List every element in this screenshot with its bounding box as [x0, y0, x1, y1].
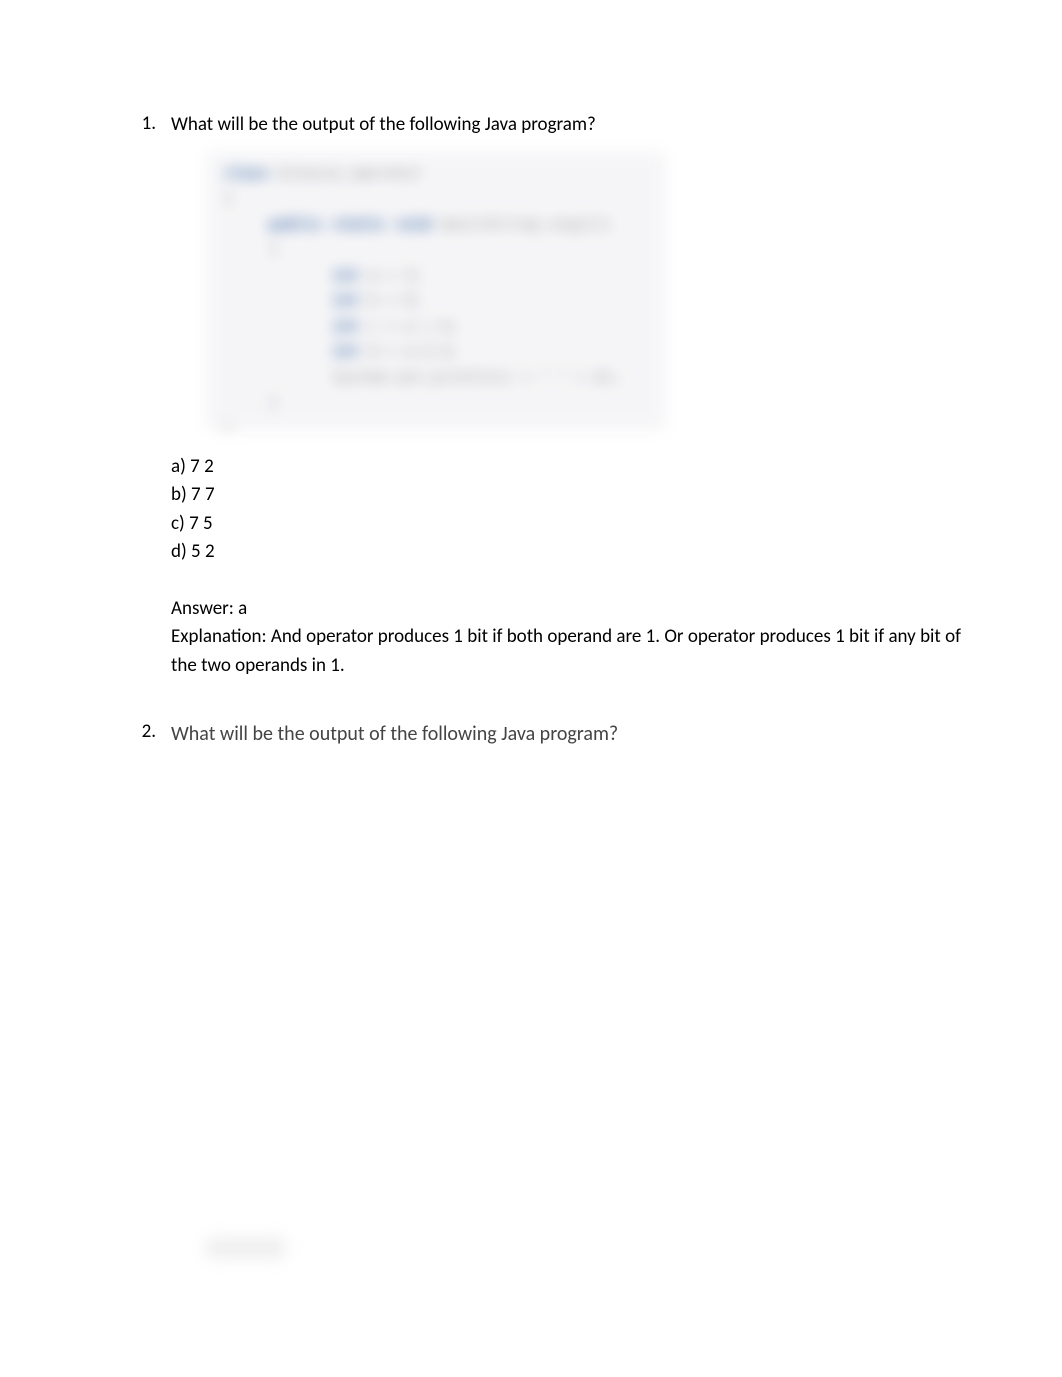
- question-prompt: What will be the output of the following…: [171, 720, 618, 748]
- option-b: b) 7 7: [171, 481, 962, 510]
- answer-block: Answer: a Explanation: And operator prod…: [171, 595, 962, 681]
- option-c: c) 7 5: [171, 510, 962, 539]
- question-header: 2. What will be the output of the follow…: [136, 720, 962, 748]
- question-1: 1. What will be the output of the follow…: [136, 112, 962, 680]
- footer-smudge: [206, 1238, 286, 1258]
- question-prompt: What will be the output of the following…: [171, 112, 596, 139]
- question-number: 2.: [136, 720, 156, 748]
- question-2: 2. What will be the output of the follow…: [136, 720, 962, 748]
- code-snippet-blurred: class bitwise_operator { public static v…: [206, 151, 666, 431]
- question-header: 1. What will be the output of the follow…: [136, 112, 962, 139]
- answer-label: Answer: a: [171, 595, 962, 624]
- options-list: a) 7 2 b) 7 7 c) 7 5 d) 5 2: [171, 453, 962, 567]
- explanation-text: Explanation: And operator produces 1 bit…: [171, 623, 962, 680]
- question-number: 1.: [136, 112, 156, 139]
- option-d: d) 5 2: [171, 538, 962, 567]
- option-a: a) 7 2: [171, 453, 962, 482]
